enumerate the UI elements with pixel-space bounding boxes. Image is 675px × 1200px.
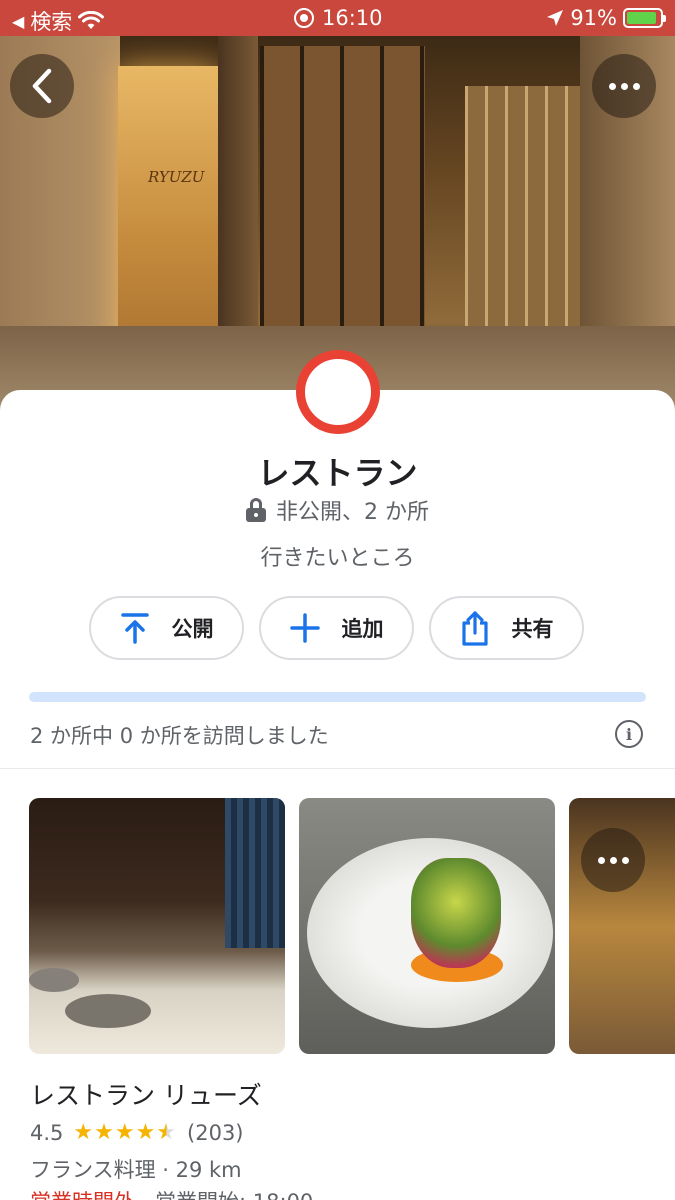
visited-count: 2 か所中 0 か所を訪問しました <box>30 724 329 748</box>
plus-icon <box>289 613 320 643</box>
privacy-line: 非公開、2 か所 <box>0 494 675 526</box>
rating-stars: ★★★★★ <box>73 1120 177 1145</box>
share-button[interactable]: 共有 <box>429 596 584 660</box>
half-star-icon: ★ <box>156 1120 178 1145</box>
restaurant-sign: RYUZU <box>148 168 205 186</box>
back-triangle-icon: ◀ <box>12 11 25 31</box>
wifi-icon <box>78 11 105 29</box>
add-button[interactable]: 追加 <box>259 596 414 660</box>
visited-progress-bar <box>29 692 646 702</box>
category-distance: フランス料理 · 29 km <box>30 1158 242 1182</box>
share-label: 共有 <box>511 617 554 641</box>
list-icon <box>296 350 380 434</box>
action-buttons: 公開 追加 共有 <box>89 596 584 660</box>
closed-status: 営業時間外 <box>30 1190 135 1200</box>
back-button[interactable] <box>10 54 74 118</box>
photo-more-button[interactable] <box>581 828 645 892</box>
battery-percent: 91% <box>570 6 617 30</box>
review-count: (203) <box>187 1120 244 1145</box>
place-photo-interior[interactable] <box>29 798 285 1054</box>
list-title: レストラン <box>257 454 418 492</box>
lock-icon <box>246 498 266 522</box>
clock: 16:10 <box>322 6 383 30</box>
full-stars: ★★★★ <box>73 1120 157 1145</box>
publish-button[interactable]: 公開 <box>89 596 244 660</box>
hours-line: 営業時間外 · 営業開始: 18:00 <box>30 1186 313 1200</box>
more-horizontal-icon <box>608 82 640 90</box>
place-name[interactable]: レストラン リューズ <box>30 1076 262 1112</box>
more-horizontal-icon <box>597 856 629 864</box>
screen-recording-icon <box>294 8 314 28</box>
opening-time: · 営業開始: 18:00 <box>135 1190 314 1200</box>
back-app-label: 検索 <box>30 10 73 34</box>
info-icon[interactable]: i <box>615 720 643 748</box>
share-icon <box>461 611 488 646</box>
list-subtitle: 行きたいところ <box>260 546 415 571</box>
back-to-app[interactable]: ◀ 検索 <box>12 6 105 36</box>
rating-value: 4.5 <box>30 1120 64 1145</box>
chevron-left-icon <box>32 68 52 104</box>
place-photo-entrance[interactable] <box>569 798 675 1054</box>
divider <box>0 768 675 769</box>
status-bar: ◀ 検索 16:10 91% <box>0 0 675 36</box>
publish-label: 公開 <box>171 617 214 641</box>
privacy-text: 非公開、2 か所 <box>276 500 429 525</box>
place-photo-dish[interactable] <box>299 798 555 1054</box>
add-label: 追加 <box>341 617 384 641</box>
battery-icon <box>623 8 666 28</box>
rating-row: 4.5 ★★★★★ (203) <box>30 1120 244 1145</box>
location-arrow-icon <box>547 10 564 26</box>
upload-icon <box>120 613 149 644</box>
more-options-button[interactable] <box>592 54 656 118</box>
